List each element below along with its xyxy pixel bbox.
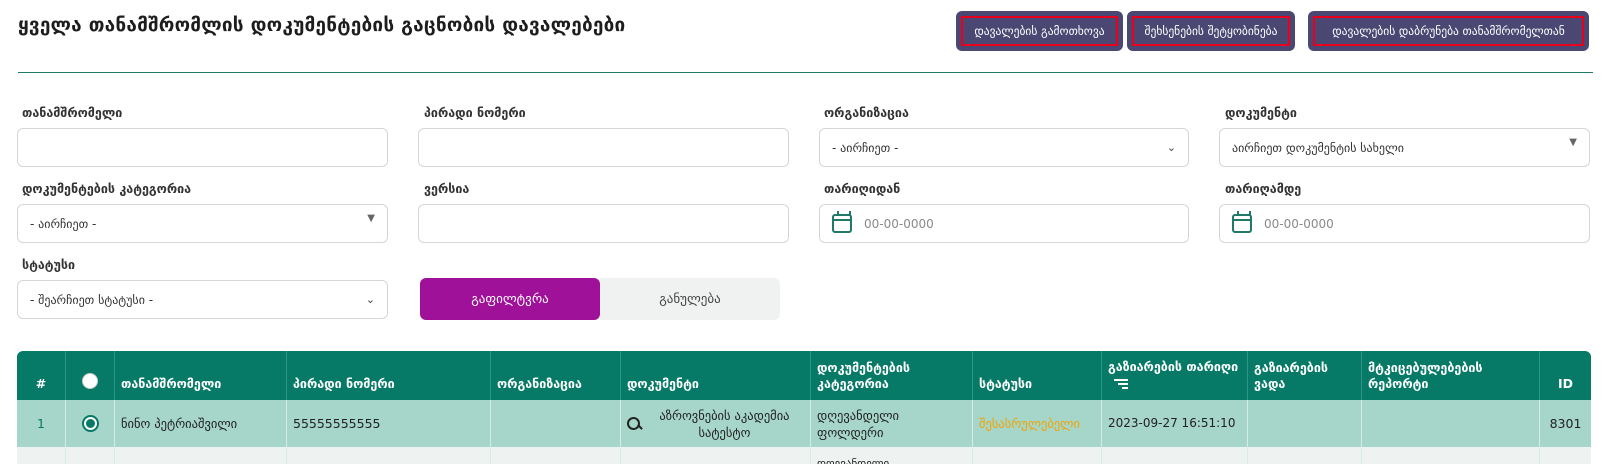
return-task-button[interactable]: დავალების დაბრუნება თანამშრომელთან <box>1308 11 1589 51</box>
column-header-employee[interactable]: თანამშრომელი <box>115 351 287 400</box>
category-label: დოკუმენტების კატეგორია <box>22 181 192 196</box>
date-to-input[interactable]: 00-00-0000 <box>1219 204 1590 243</box>
row-radio-selected[interactable] <box>81 415 99 432</box>
filter-button[interactable]: გაფილტვრა <box>420 278 600 320</box>
cell-select[interactable] <box>66 400 115 447</box>
status-value: - შეარჩიეთ სტატუსი - <box>30 292 154 307</box>
return-task-label: დავალების დაბრუნება თანამშრომელთან <box>1313 16 1584 46</box>
date-from-label: თარიღიდან <box>824 181 901 196</box>
cell-num: 1 <box>17 400 66 447</box>
document-select[interactable]: აირჩიეთ დოკუმენტის სახელი ▼ <box>1219 128 1590 167</box>
sort-icon[interactable] <box>1114 378 1128 389</box>
cell-category: დღევანდელი ფოლდერი <box>811 400 973 447</box>
category-value: - აირჩიეთ - <box>30 216 97 231</box>
organization-value: - აირჩიეთ - <box>832 140 899 155</box>
column-header-status[interactable]: სტატუსი <box>973 351 1102 400</box>
table-row[interactable]: დღევანდელი <box>17 447 1591 464</box>
send-reminder-button[interactable]: შეხსენების შეტყობინება <box>1127 11 1295 51</box>
cell-share-deadline <box>1248 400 1362 447</box>
date-to-label: თარიღამდე <box>1225 181 1302 196</box>
document-label: დოკუმენტი <box>1225 105 1297 120</box>
cell-shared-date: 2023-09-27 16:51:10 <box>1102 400 1248 447</box>
recall-task-button[interactable]: დავალების გამოთხოვა <box>956 11 1123 51</box>
column-header-num: # <box>17 351 66 400</box>
organization-select[interactable]: - აირჩიეთ - ⌄ <box>819 128 1189 167</box>
shared-date-header-label: გაზიარების თარიღი <box>1108 359 1239 374</box>
column-header-personal-number[interactable]: პირადი ნომერი <box>287 351 491 400</box>
table-header: # თანამშრომელი პირადი ნომერი ორგანიზაცია… <box>17 351 1591 400</box>
cell-id: 8301 <box>1549 416 1582 431</box>
status-label: სტატუსი <box>22 257 76 272</box>
table-row[interactable]: 1 ნინო პეტრიაშვილი 55555555555 აზროვნები… <box>17 400 1591 447</box>
cell-personal-number: 55555555555 <box>287 400 491 447</box>
column-header-id[interactable]: ID <box>1540 351 1591 400</box>
date-from-input[interactable]: 00-00-0000 <box>819 204 1189 243</box>
cell-status: შესასრულებელი <box>973 400 1102 447</box>
date-to-placeholder: 00-00-0000 <box>1264 216 1334 231</box>
cell-document[interactable]: აზროვნების აკადემია სატესტო <box>621 400 811 447</box>
calendar-icon[interactable] <box>832 211 852 233</box>
employee-label: თანამშრომელი <box>22 105 123 120</box>
cell-document-text: აზროვნების აკადემია სატესტო <box>659 407 790 440</box>
cell-confirmation-report <box>1362 400 1540 447</box>
search-icon[interactable] <box>627 416 640 431</box>
select-all-radio[interactable] <box>82 373 98 389</box>
document-value: აირჩიეთ დოკუმენტის სახელი <box>1232 140 1404 155</box>
date-from-placeholder: 00-00-0000 <box>864 216 934 231</box>
version-input[interactable] <box>418 204 789 243</box>
chevron-down-icon: ⌄ <box>365 293 375 306</box>
send-reminder-label: შეხსენების შეტყობინება <box>1132 16 1290 46</box>
cell-category-partial: დღევანდელი <box>811 447 973 464</box>
status-select[interactable]: - შეარჩიეთ სტატუსი - ⌄ <box>17 280 388 319</box>
cell-organization <box>491 400 621 447</box>
employee-input[interactable] <box>17 128 388 167</box>
column-header-organization[interactable]: ორგანიზაცია <box>491 351 621 400</box>
personal-number-label: პირადი ნომერი <box>424 105 526 120</box>
personal-number-input[interactable] <box>418 128 789 167</box>
version-label: ვერსია <box>424 181 470 196</box>
caret-down-icon: ▼ <box>1569 137 1577 148</box>
caret-down-icon: ▼ <box>367 213 375 224</box>
column-header-category[interactable]: დოკუმენტების კატეგორია <box>811 351 973 400</box>
tasks-table: # თანამშრომელი პირადი ნომერი ორგანიზაცია… <box>17 351 1591 464</box>
header-divider <box>18 72 1593 73</box>
column-header-confirmation-report[interactable]: მტკიცებულებების რეპორტი <box>1362 351 1540 400</box>
column-header-share-deadline[interactable]: გაზიარების ვადა <box>1248 351 1362 400</box>
column-header-document[interactable]: დოკუმენტი <box>621 351 811 400</box>
column-header-shared-date[interactable]: გაზიარების თარიღი <box>1102 351 1248 400</box>
cell-employee: ნინო პეტრიაშვილი <box>115 400 287 447</box>
category-select[interactable]: - აირჩიეთ - ▼ <box>17 204 388 243</box>
recall-task-label: დავალების გამოთხოვა <box>961 16 1118 46</box>
column-header-select-all[interactable] <box>66 351 115 400</box>
chevron-down-icon: ⌄ <box>1166 141 1176 154</box>
reset-button[interactable]: განულება <box>600 278 780 320</box>
page-title: ყველა თანამშრომლის დოკუმენტების გაცნობის… <box>18 14 626 36</box>
calendar-icon[interactable] <box>1232 211 1252 233</box>
organization-label: ორგანიზაცია <box>824 105 909 120</box>
